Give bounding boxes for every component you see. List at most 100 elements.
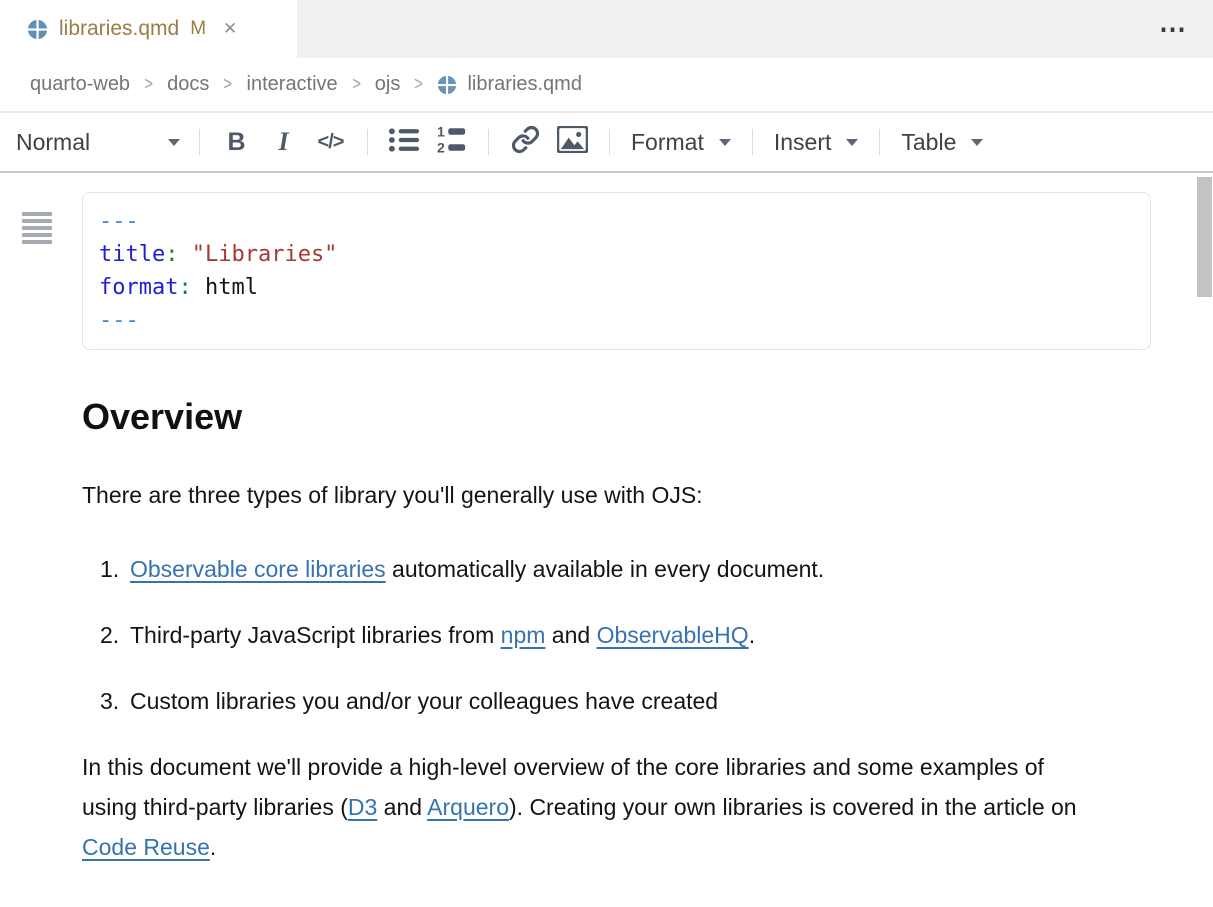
chevron-right-icon: > — [224, 74, 233, 96]
image-icon — [557, 126, 588, 158]
numbered-list-button[interactable]: 1 2 — [428, 120, 475, 164]
bulleted-list-button[interactable] — [381, 120, 428, 164]
list-item: 1. Observable core libraries automatical… — [100, 549, 1213, 589]
list-item: 2. Third-party JavaScript libraries from… — [100, 615, 1213, 655]
yaml-line: --- — [99, 304, 1134, 337]
list-marker: 2. — [100, 615, 130, 655]
vertical-scrollbar-thumb[interactable] — [1197, 177, 1212, 297]
yaml-colon: : — [178, 275, 191, 300]
italic-icon: I — [278, 127, 288, 157]
breadcrumb-quarto-web[interactable]: quarto-web — [30, 73, 130, 96]
toolbar-divider — [199, 129, 200, 155]
yaml-string-value: "Libraries" — [192, 242, 338, 267]
breadcrumb: quarto-web > docs > interactive > ojs > … — [0, 58, 1213, 113]
breadcrumb-ojs[interactable]: ojs — [375, 73, 401, 96]
text-segment: ). Creating your own libraries is covere… — [509, 794, 1077, 820]
breadcrumb-interactive[interactable]: interactive — [247, 73, 338, 96]
table-menu-label: Table — [901, 129, 956, 156]
list-marker: 1. — [100, 549, 130, 589]
yaml-block-drag-handle[interactable] — [22, 212, 52, 244]
closing-paragraph: In this document we'll provide a high-le… — [82, 747, 1094, 867]
yaml-delimiter: --- — [99, 308, 139, 333]
yaml-plain-value: html — [205, 275, 258, 300]
code-icon: </> — [318, 131, 344, 154]
paragraph-style-dropdown[interactable]: Normal — [10, 129, 186, 156]
yaml-line: --- — [99, 205, 1134, 238]
quarto-icon — [437, 75, 457, 95]
inline-code-button[interactable]: </> — [307, 120, 354, 164]
handle-bar — [22, 240, 52, 244]
toolbar-divider — [752, 129, 753, 155]
chevron-down-icon — [846, 139, 858, 146]
tab-libraries-qmd[interactable]: libraries.qmd M ✕ — [0, 0, 297, 58]
yaml-key: title — [99, 242, 165, 267]
list-marker: 3. — [100, 681, 130, 721]
yaml-space — [178, 242, 191, 267]
chevron-right-icon: > — [414, 74, 423, 96]
insert-link-button[interactable] — [502, 120, 549, 164]
yaml-line: title: "Libraries" — [99, 238, 1134, 271]
link-observable-core-libraries[interactable]: Observable core libraries — [130, 556, 386, 582]
toolbar-divider — [609, 129, 610, 155]
svg-text:2: 2 — [436, 140, 444, 155]
section-heading: Overview — [82, 396, 1213, 438]
link-npm[interactable]: npm — [501, 622, 546, 648]
bold-icon: B — [227, 128, 245, 157]
yaml-key: format — [99, 275, 178, 300]
yaml-line: format: html — [99, 271, 1134, 304]
close-icon[interactable]: ✕ — [223, 19, 237, 39]
handle-bar — [22, 219, 52, 223]
list-item-text: Observable core libraries automatically … — [130, 549, 824, 589]
text-segment: Custom libraries you and/or your colleag… — [130, 688, 718, 714]
paragraph-style-value: Normal — [16, 129, 90, 156]
list-item-text: Third-party JavaScript libraries from np… — [130, 615, 755, 655]
modified-badge: M — [190, 18, 206, 40]
handle-bar — [22, 212, 52, 216]
numbered-list: 1. Observable core libraries automatical… — [0, 549, 1213, 721]
insert-menu[interactable]: Insert — [766, 129, 867, 156]
text-segment: and — [545, 622, 596, 648]
more-actions-icon[interactable]: ⋯ — [1159, 0, 1189, 58]
list-item: 3. Custom libraries you and/or your coll… — [100, 681, 1213, 721]
text-segment: Third-party JavaScript libraries from — [130, 622, 501, 648]
link-arquero[interactable]: Arquero — [427, 794, 509, 820]
text-segment: and — [377, 794, 427, 820]
chevron-down-icon — [971, 139, 983, 146]
text-segment: automatically available in every documen… — [386, 556, 825, 582]
link-observablehq[interactable]: ObservableHQ — [597, 622, 749, 648]
insert-menu-label: Insert — [774, 129, 832, 156]
breadcrumb-file-label: libraries.qmd — [467, 73, 581, 96]
toolbar-divider — [879, 129, 880, 155]
toolbar-divider — [488, 129, 489, 155]
link-icon — [511, 125, 540, 159]
chevron-down-icon — [719, 139, 731, 146]
numbered-list-icon: 1 2 — [436, 124, 468, 160]
link-d3[interactable]: D3 — [348, 794, 377, 820]
table-menu[interactable]: Table — [893, 129, 991, 156]
yaml-space — [192, 275, 205, 300]
insert-image-button[interactable] — [549, 120, 596, 164]
quarto-icon — [27, 19, 48, 40]
text-segment: . — [749, 622, 755, 648]
intro-paragraph: There are three types of library you'll … — [82, 482, 1213, 509]
handle-bar — [22, 226, 52, 230]
chevron-right-icon: > — [352, 74, 361, 96]
chevron-right-icon: > — [144, 74, 153, 96]
svg-text:1: 1 — [436, 124, 444, 140]
handle-bar — [22, 233, 52, 237]
tab-bar: libraries.qmd M ✕ ⋯ — [0, 0, 1213, 58]
link-code-reuse[interactable]: Code Reuse — [82, 834, 210, 860]
chevron-down-icon — [168, 139, 180, 146]
format-menu[interactable]: Format — [623, 129, 739, 156]
yaml-front-matter-block[interactable]: --- title: "Libraries" format: html --- — [82, 192, 1151, 350]
editor-canvas[interactable]: --- title: "Libraries" format: html --- … — [0, 192, 1213, 907]
breadcrumb-docs[interactable]: docs — [167, 73, 209, 96]
bold-button[interactable]: B — [213, 120, 260, 164]
italic-button[interactable]: I — [260, 120, 307, 164]
bulleted-list-icon — [388, 126, 421, 159]
yaml-colon: : — [165, 242, 178, 267]
tab-title: libraries.qmd — [59, 17, 179, 41]
toolbar-divider — [367, 129, 368, 155]
breadcrumb-file[interactable]: libraries.qmd — [437, 73, 581, 96]
yaml-delimiter: --- — [99, 209, 139, 234]
